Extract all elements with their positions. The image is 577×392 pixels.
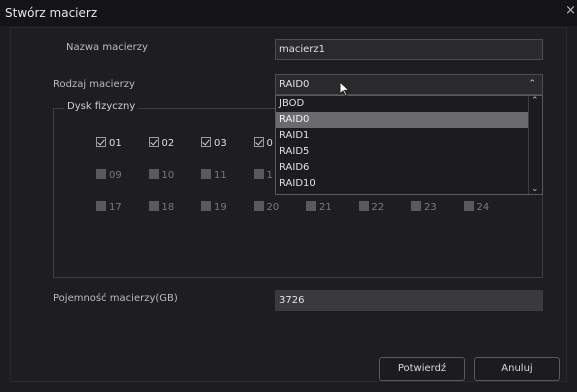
checkbox-disabled-icon bbox=[148, 169, 159, 179]
disk-label: 10 bbox=[161, 170, 175, 181]
disk-checkbox-09[interactable]: 09 bbox=[96, 169, 122, 181]
disk-checkbox-20[interactable]: 20 bbox=[253, 201, 280, 213]
checkbox-disabled-icon bbox=[306, 201, 316, 211]
create-array-dialog: Stwórz macierz × Nazwa macierzy macierz1… bbox=[0, 0, 577, 392]
disk-label: 11 bbox=[214, 170, 227, 181]
disk-label: 19 bbox=[214, 202, 227, 213]
cancel-button[interactable]: Anuluj bbox=[474, 357, 560, 381]
disk-checkbox-01[interactable]: 01 bbox=[96, 137, 122, 149]
checkbox-checked-icon bbox=[253, 137, 264, 147]
checkbox-disabled-icon bbox=[411, 201, 421, 211]
dropdown-option-raid6[interactable]: RAID6 bbox=[276, 160, 529, 176]
checkbox-disabled-icon bbox=[201, 201, 211, 211]
disk-checkbox-23[interactable]: 23 bbox=[411, 201, 437, 213]
disk-checkbox-21[interactable]: 21 bbox=[306, 201, 332, 213]
dropdown-option-raid1[interactable]: RAID1 bbox=[276, 128, 529, 144]
checkbox-checked-icon bbox=[96, 137, 106, 147]
array-type-select[interactable]: RAID0 ⌃ bbox=[275, 74, 543, 95]
disk-label: 21 bbox=[319, 202, 332, 213]
disk-checkbox-18[interactable]: 18 bbox=[148, 201, 175, 213]
checkbox-checked-icon bbox=[201, 137, 211, 147]
array-type-dropdown[interactable]: JBOD RAID0 RAID1 RAID5 RAID6 RAID10 ⌃ ⌄ bbox=[275, 95, 543, 195]
array-name-input[interactable]: macierz1 bbox=[275, 39, 543, 60]
array-type-label: Rodzaj macierzy bbox=[53, 79, 135, 90]
checkbox-disabled-icon bbox=[96, 169, 106, 179]
dropdown-option-jbod[interactable]: JBOD bbox=[276, 96, 529, 112]
disk-label: 09 bbox=[109, 170, 122, 181]
capacity-label: Pojemność macierzy(GB) bbox=[53, 293, 178, 304]
checkbox-disabled-icon bbox=[148, 201, 159, 211]
disk-checkbox-10[interactable]: 10 bbox=[148, 169, 175, 181]
checkbox-checked-icon bbox=[148, 137, 159, 147]
checkbox-disabled-icon bbox=[253, 169, 264, 179]
chevron-up-icon: ⌃ bbox=[528, 79, 536, 89]
dropdown-option-raid5[interactable]: RAID5 bbox=[276, 144, 529, 160]
disk-label: 03 bbox=[214, 138, 227, 149]
checkbox-disabled-icon bbox=[201, 169, 211, 179]
dropdown-scrollbar[interactable]: ⌃ ⌄ bbox=[528, 96, 542, 194]
disk-label: 01 bbox=[109, 138, 122, 149]
disk-checkbox-22[interactable]: 22 bbox=[358, 201, 385, 213]
close-icon[interactable]: × bbox=[565, 3, 576, 18]
disk-checkbox-17[interactable]: 17 bbox=[96, 201, 122, 213]
disk-label: 20 bbox=[266, 202, 280, 213]
capacity-field: 3726 bbox=[275, 290, 543, 311]
checkbox-disabled-icon bbox=[358, 201, 369, 211]
confirm-button[interactable]: Potwierdź bbox=[379, 357, 465, 381]
checkbox-disabled-icon bbox=[253, 201, 264, 211]
dialog-title: Stwórz macierz bbox=[5, 6, 98, 20]
disk-checkbox-19[interactable]: 19 bbox=[201, 201, 227, 213]
mouse-pointer-icon bbox=[339, 81, 351, 97]
disk-label: 17 bbox=[109, 202, 122, 213]
disk-label: 1 bbox=[266, 170, 273, 181]
disk-label: 02 bbox=[161, 138, 175, 149]
checkbox-disabled-icon bbox=[96, 201, 106, 211]
disk-checkbox-1[interactable]: 1 bbox=[253, 169, 273, 181]
disk-checkbox-11[interactable]: 11 bbox=[201, 169, 227, 181]
disk-checkbox-0[interactable]: 0 bbox=[253, 137, 273, 149]
chevron-down-icon[interactable]: ⌄ bbox=[531, 184, 539, 194]
disk-checkbox-03[interactable]: 03 bbox=[201, 137, 227, 149]
disk-label: 23 bbox=[424, 202, 437, 213]
disk-label: 0 bbox=[266, 138, 273, 149]
title-bar: Stwórz macierz × bbox=[0, 0, 577, 26]
dropdown-option-raid10[interactable]: RAID10 bbox=[276, 176, 529, 192]
array-name-label: Nazwa macierzy bbox=[66, 42, 148, 53]
disk-label: 18 bbox=[161, 202, 175, 213]
disk-label: 24 bbox=[476, 202, 490, 213]
chevron-up-icon[interactable]: ⌃ bbox=[531, 96, 539, 106]
array-type-value: RAID0 bbox=[279, 79, 310, 90]
disk-checkbox-02[interactable]: 02 bbox=[148, 137, 175, 149]
physical-disk-legend: Dysk fizyczny bbox=[64, 101, 139, 112]
checkbox-disabled-icon bbox=[463, 201, 474, 211]
dropdown-option-raid0[interactable]: RAID0 bbox=[276, 112, 529, 128]
disk-checkbox-24[interactable]: 24 bbox=[463, 201, 490, 213]
disk-label: 22 bbox=[371, 202, 385, 213]
